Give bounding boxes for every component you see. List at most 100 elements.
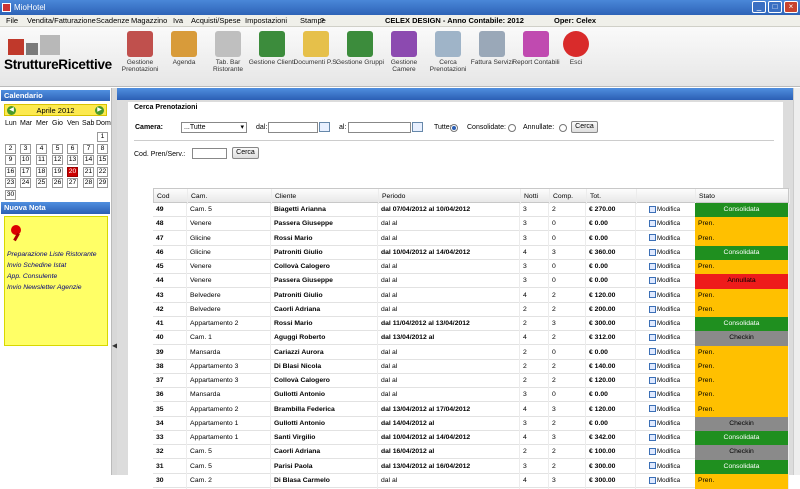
table-row[interactable]: 40 Cam. 1 Aguggi Roberto dal 13/04/2012 al 4… <box>153 331 789 347</box>
column-header[interactable]: Notti <box>521 189 550 204</box>
table-row[interactable]: 47 Glicine Rossi Mario dal al 3 0 € 0.00 Modifi… <box>153 231 789 247</box>
annullate-radio[interactable] <box>559 124 567 132</box>
calendar-day[interactable]: 21 <box>83 166 94 177</box>
calendar-day[interactable]: 23 <box>5 178 16 188</box>
modifica-button[interactable]: Modifica <box>646 460 695 475</box>
table-row[interactable]: 31 Cam. 5 Parisi Paola dal 13/04/2012 al 16… <box>153 459 789 475</box>
table-row[interactable]: 33 Appartamento 1 Santi Virgilio dal 10/04/… <box>153 431 789 446</box>
toolbar-agenda-calendar-button[interactable]: Agenda <box>160 31 208 83</box>
table-row[interactable]: 43 Belvedere Patroniti Giulio dal al 4 2 € 120… <box>153 288 789 304</box>
camera-select[interactable]: ...Tutte ▾ <box>181 122 247 133</box>
table-row[interactable]: 39 Mansarda Cariazzi Aurora dal al 2 0 € 0.00 M… <box>153 345 789 361</box>
menu-magazzino[interactable]: Magazzino <box>131 15 167 27</box>
calendar-day[interactable]: 27 <box>67 178 78 188</box>
next-month-button[interactable]: ▶ <box>95 106 104 115</box>
calendar-day[interactable]: 13 <box>67 155 78 165</box>
modifica-button[interactable]: Modifica <box>646 289 695 304</box>
modifica-button[interactable]: Modifica <box>646 445 695 460</box>
column-header[interactable]: Cam. <box>188 189 272 204</box>
modifica-button[interactable]: Modifica <box>646 360 695 375</box>
modifica-button[interactable]: Modifica <box>646 274 695 289</box>
calendar-day[interactable]: 9 <box>5 155 16 165</box>
table-row[interactable]: 48 Venere Passera Giuseppe dal al 3 0 € 0.00 Mo… <box>153 217 789 233</box>
toolbar-power-exit-button[interactable]: Esci <box>552 31 600 83</box>
calendar-day[interactable]: 7 <box>83 143 94 154</box>
calendar-day[interactable]: 4 <box>36 143 47 154</box>
column-header[interactable]: Tot. <box>587 189 637 204</box>
table-row[interactable]: 45 Venere Collovà Calogero dal al 3 0 € 0.00 Mo… <box>153 260 789 275</box>
toolbar-documents-folder-button[interactable]: Documenti P.S. <box>292 31 340 83</box>
modifica-button[interactable]: Modifica <box>646 260 695 275</box>
table-row[interactable]: 41 Appartamento 2 Rossi Mario dal 11/04/201… <box>153 317 789 332</box>
menu-acquistispese[interactable]: Acquisti/Spese <box>191 15 241 27</box>
cod-pren-input[interactable] <box>192 148 227 159</box>
calendar-day[interactable]: 18 <box>36 166 47 177</box>
calendar-day[interactable]: 28 <box>83 178 94 188</box>
table-row[interactable]: 34 Appartamento 1 Gullotti Antonio dal 14/0… <box>153 416 789 432</box>
modifica-button[interactable]: Modifica <box>646 374 695 389</box>
modifica-button[interactable]: Modifica <box>646 431 695 446</box>
table-row[interactable]: 44 Venere Passera Giuseppe dal al 3 0 € 0.00 Mo… <box>153 274 789 290</box>
calendar-day[interactable]: 14 <box>83 155 94 165</box>
column-header[interactable]: Cliente <box>272 189 379 204</box>
calendar-day[interactable]: 8 <box>97 143 108 154</box>
toolbar-client-user-button[interactable]: Gestione Clienti <box>248 31 296 83</box>
table-row[interactable]: 35 Appartamento 2 Brambilla Federica dal 13… <box>153 402 789 418</box>
cerca-cod-button[interactable]: Cerca <box>232 147 259 159</box>
calendar-day[interactable]: 17 <box>20 166 31 177</box>
table-row[interactable]: 38 Appartamento 3 Di Blasi Nicola dal al 2 2 €… <box>153 359 789 375</box>
close-button[interactable]: × <box>784 1 798 13</box>
column-header[interactable]: Stato <box>696 189 790 204</box>
menu-impostazioni[interactable]: Impostazioni <box>245 15 287 27</box>
menu-[interactable]: ? <box>320 15 324 27</box>
menu-iva[interactable]: Iva <box>173 15 183 27</box>
dal-calendar-icon[interactable] <box>319 122 330 132</box>
calendar-day[interactable]: 19 <box>52 166 63 177</box>
modifica-button[interactable]: Modifica <box>646 403 695 418</box>
modifica-button[interactable]: Modifica <box>646 232 695 247</box>
modifica-button[interactable]: Modifica <box>646 203 695 218</box>
toolbar-group-users-button[interactable]: Gestione Gruppi <box>336 31 384 83</box>
dal-date-input[interactable] <box>268 122 318 133</box>
calendar-day[interactable]: 26 <box>52 178 63 188</box>
modifica-button[interactable]: Modifica <box>646 474 695 489</box>
modifica-button[interactable]: Modifica <box>646 303 695 318</box>
maximize-button[interactable]: □ <box>768 1 782 13</box>
calendar-day[interactable]: 16 <box>5 166 16 177</box>
calendar-day[interactable]: 3 <box>20 143 31 154</box>
al-date-input[interactable] <box>348 122 411 133</box>
calendar-day[interactable]: 5 <box>52 143 63 154</box>
calendar-day[interactable]: 29 <box>97 178 108 188</box>
table-row[interactable]: 32 Cam. 5 Caorli Adriana dal 16/04/2012 al 2… <box>153 445 789 461</box>
toolbar-calendar-edit-button[interactable]: Gestione Prenotazioni <box>116 31 164 83</box>
table-row[interactable]: 30 Cam. 2 Di Blasa Carmelo dal al 4 3 € 300.00… <box>153 473 789 489</box>
menu-scadenze[interactable]: Scadenze <box>96 15 129 27</box>
calendar-day[interactable]: 22 <box>97 166 108 177</box>
column-header[interactable]: Cod <box>154 189 188 204</box>
table-row[interactable]: 42 Belvedere Caorli Adriana dal al 2 2 € 200.0… <box>153 302 789 318</box>
calendar-day[interactable]: 15 <box>97 155 108 165</box>
table-row[interactable]: 36 Mansarda Gullotti Antonio dal al 3 0 € 0.00… <box>153 388 789 404</box>
modifica-button[interactable]: Modifica <box>646 246 695 261</box>
table-row[interactable]: 37 Appartamento 3 Collovà Calogero dal al 2 2… <box>153 374 789 389</box>
tutte-radio[interactable] <box>450 124 458 132</box>
toolbar-cash-register-button[interactable]: Gestione Camere <box>380 31 428 83</box>
menu-venditafatturazione[interactable]: Vendita/Fatturazione <box>27 15 96 27</box>
column-header[interactable]: Comp. <box>550 189 587 204</box>
calendar-day[interactable]: 24 <box>20 178 31 188</box>
calendar-day[interactable]: 6 <box>67 143 78 154</box>
menu-file[interactable]: File <box>6 15 18 27</box>
calendar-day[interactable]: 1 <box>97 132 108 142</box>
table-row[interactable]: 46 Glicine Patroniti Giulio dal 10/04/2012 … <box>153 245 789 261</box>
window-scrollbar[interactable] <box>793 88 800 475</box>
calendar-day[interactable]: 10 <box>20 155 31 165</box>
calendar-day[interactable]: 2 <box>5 143 16 154</box>
modifica-button[interactable]: Modifica <box>646 317 695 332</box>
calendar-day[interactable]: 20 <box>67 166 78 177</box>
calendar-day[interactable]: 30 <box>5 189 16 200</box>
calendar-day[interactable]: 25 <box>36 178 47 188</box>
modifica-button[interactable]: Modifica <box>646 417 695 432</box>
toolbar-invoice-button[interactable]: Fattura Servizi <box>468 31 516 83</box>
calendar-day[interactable]: 11 <box>36 155 47 165</box>
toolbar-search-magnifier-button[interactable]: Cerca Prenotazioni <box>424 31 472 83</box>
